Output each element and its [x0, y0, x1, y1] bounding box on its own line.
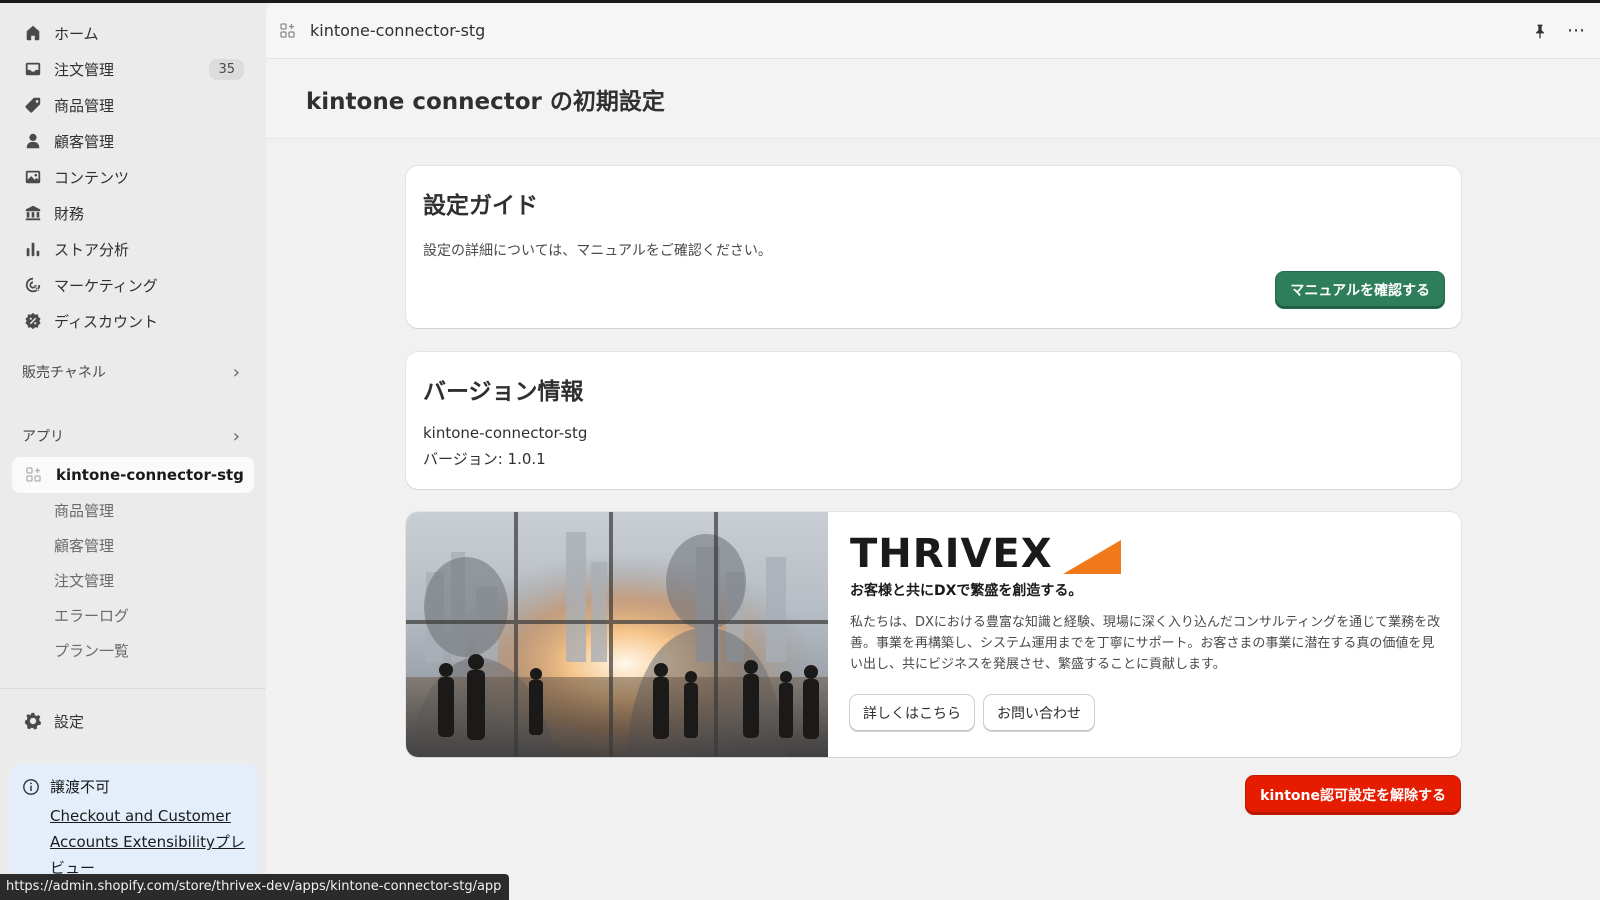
company-description: 私たちは、DXにおける豊富な知識と経験、現場に深く入り込んだコンサルティングを通… [850, 615, 1441, 672]
sidebar-item-label: 商品管理 [54, 96, 115, 115]
thrivex-logo-mark-icon [1062, 540, 1121, 574]
sidebar-item-products[interactable]: 商品管理 [12, 87, 254, 123]
home-icon [24, 24, 42, 42]
image-icon [24, 168, 42, 186]
version-title: バージョン情報 [423, 379, 584, 405]
more-options-icon[interactable]: ⋯ [1566, 20, 1586, 41]
app-sub-item-plans[interactable]: プラン一覧 [12, 633, 254, 668]
sidebar-item-active-app[interactable]: kintone-connector-stg [12, 457, 254, 493]
page-title-bar: kintone connector の初期設定 [266, 59, 1600, 139]
target-icon [24, 276, 42, 294]
sidebar-item-label: マーケティング [54, 276, 158, 295]
company-tagline: お客様と共にDXで繁盛を創造する。 [850, 583, 1083, 599]
version-info-card: バージョン情報 kintone-connector-stg バージョン: 1.0… [406, 352, 1461, 489]
sidebar-item-label: ディスカウント [54, 312, 158, 331]
pin-icon[interactable] [1530, 21, 1550, 41]
bank-icon [24, 204, 42, 222]
learn-more-button[interactable]: 詳しくはこちら [850, 695, 974, 731]
sidebar-item-discounts[interactable]: ディスカウント [12, 303, 254, 339]
sidebar-item-label: ストア分析 [54, 240, 130, 259]
sidebar-item-label: 設定 [54, 712, 85, 731]
sidebar-item-analytics[interactable]: ストア分析 [12, 231, 254, 267]
sales-channels-section[interactable]: 販売チャネル › [12, 357, 254, 387]
section-label: アプリ [22, 429, 64, 445]
chevron-right-icon: › [232, 361, 240, 383]
extensibility-preview-link[interactable]: Checkout and Customer Accounts Extensibi… [50, 803, 246, 881]
sidebar-divider [0, 688, 266, 689]
sidebar-item-label: kintone-connector-stg [56, 466, 244, 484]
sidebar-item-customers[interactable]: 顧客管理 [12, 123, 254, 159]
sidebar-item-label: 顧客管理 [54, 132, 115, 151]
business-people-photo [406, 512, 828, 757]
sidebar-item-label: コンテンツ [54, 168, 130, 187]
info-icon [23, 778, 39, 795]
guide-title: 設定ガイド [423, 193, 538, 219]
chevron-right-icon: › [232, 425, 240, 447]
sidebar-item-home[interactable]: ホーム [12, 15, 254, 51]
revoke-kintone-auth-button[interactable]: kintone認可設定を解除する [1246, 776, 1460, 814]
sidebar-item-settings[interactable]: 設定 [12, 703, 254, 739]
sidebar-item-label: 注文管理 [54, 60, 115, 79]
sidebar-item-finance[interactable]: 財務 [12, 195, 254, 231]
view-manual-button[interactable]: マニュアルを確認する [1276, 272, 1444, 308]
sidebar-item-content[interactable]: コンテンツ [12, 159, 254, 195]
notice-title: 譲渡不可 [50, 778, 111, 796]
app-header: kintone-connector-stg ⋯ [266, 3, 1600, 59]
sidebar-item-label: 財務 [54, 204, 85, 223]
version-number: バージョン: 1.0.1 [423, 450, 546, 468]
orders-count-badge: 35 [209, 58, 244, 80]
setup-guide-card: 設定ガイド 設定の詳細については、マニュアルをご確認ください。 マニュアルを確認… [406, 166, 1461, 328]
app-sub-item-error-log[interactable]: エラーログ [12, 598, 254, 633]
header-app-name: kintone-connector-stg [310, 21, 486, 40]
person-icon [24, 132, 42, 150]
app-sub-item-customers[interactable]: 顧客管理 [12, 528, 254, 563]
bar-chart-icon [24, 240, 42, 258]
page-title: kintone connector の初期設定 [306, 88, 665, 115]
city-silhouette-illustration [406, 512, 828, 757]
app-grid-icon [280, 22, 295, 38]
app-sub-item-products[interactable]: 商品管理 [12, 493, 254, 528]
main-content: kintone-connector-stg ⋯ kintone connecto… [266, 3, 1600, 900]
inbox-icon [24, 60, 42, 78]
company-banner-card: THRIVEX お客様と共にDXで繁盛を創造する。 私たちは、DXにおける豊富な… [406, 512, 1461, 757]
apps-section[interactable]: アプリ › [12, 421, 254, 451]
section-label: 販売チャネル [22, 365, 106, 381]
status-bar-url: https://admin.shopify.com/store/thrivex-… [0, 874, 510, 900]
sidebar-item-marketing[interactable]: マーケティング [12, 267, 254, 303]
version-app-name: kintone-connector-stg [423, 424, 588, 442]
guide-description: 設定の詳細については、マニュアルをご確認ください。 [423, 243, 772, 259]
app-sub-item-orders[interactable]: 注文管理 [12, 563, 254, 598]
sidebar-item-orders[interactable]: 注文管理 35 [12, 51, 254, 87]
discount-icon [24, 312, 42, 330]
sidebar-item-label: ホーム [54, 24, 99, 43]
gear-icon [24, 712, 42, 730]
thrivex-logo: THRIVEX [850, 531, 1053, 577]
app-grid-icon [26, 467, 41, 482]
contact-button[interactable]: お問い合わせ [984, 695, 1094, 731]
tag-icon [24, 96, 42, 114]
